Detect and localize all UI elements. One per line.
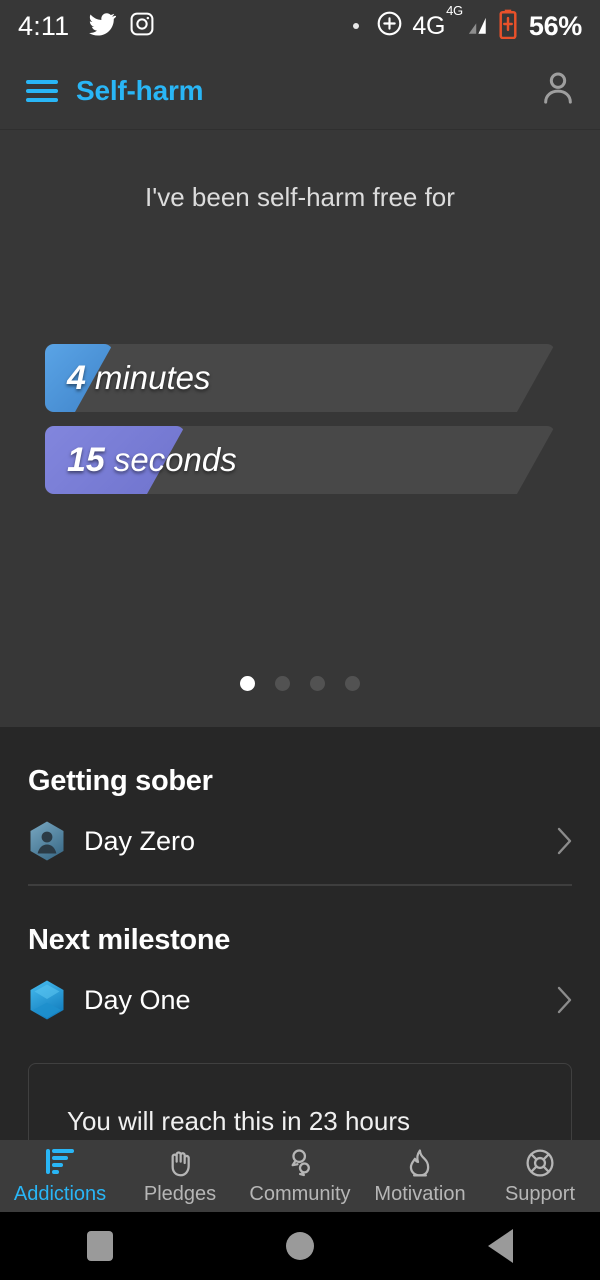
list-item-day-one[interactable]: Day One xyxy=(0,957,600,1043)
counter-bar-label: 15 seconds xyxy=(67,426,237,494)
counter-bars: 4 minutes 15 seconds xyxy=(0,338,600,502)
pager-dot[interactable] xyxy=(275,676,290,691)
nav-tab-motivation[interactable]: Motivation xyxy=(360,1146,480,1206)
list-item-label: Day One xyxy=(84,984,191,1015)
counter-bar-unit: minutes xyxy=(94,359,211,396)
account-person-icon[interactable] xyxy=(538,68,578,113)
counter-bar-value: 4 xyxy=(67,358,86,397)
triangle-left-icon[interactable] xyxy=(488,1229,514,1263)
hamburger-menu-icon[interactable] xyxy=(26,79,58,102)
status-bar-system-icons: 4G4G 56% xyxy=(353,3,582,44)
hero-caption: I've been self-harm free for xyxy=(145,182,455,212)
circle-plus-icon xyxy=(376,10,403,42)
nav-tab-label: Support xyxy=(504,1183,576,1205)
hexagon-person-badge-icon xyxy=(28,820,66,862)
nav-tab-community[interactable]: Community xyxy=(240,1146,360,1206)
counter-bar-value: 15 xyxy=(67,440,105,479)
nav-tab-addictions[interactable]: Addictions xyxy=(0,1146,120,1206)
pager-dots xyxy=(0,676,600,691)
android-system-nav xyxy=(0,1212,600,1280)
nav-tab-label: Addictions xyxy=(13,1183,107,1205)
nav-tab-pledges[interactable]: Pledges xyxy=(120,1146,240,1206)
chevron-right-icon[interactable] xyxy=(556,985,574,1015)
counter-bar-seconds: 15 seconds xyxy=(0,420,600,500)
square-icon[interactable] xyxy=(86,1231,113,1261)
phone-screen: 4:11 4G4G 56% Self-harm I've been self-h… xyxy=(0,0,600,1280)
lifebuoy-icon xyxy=(523,1146,557,1180)
chevron-right-icon[interactable] xyxy=(556,826,574,856)
nav-tab-label: Motivation xyxy=(374,1183,466,1205)
circle-icon[interactable] xyxy=(286,1232,315,1260)
speech-bubbles-icon xyxy=(283,1146,317,1180)
list-item-day-zero[interactable]: Day Zero xyxy=(0,798,600,884)
signal-icon xyxy=(463,11,489,42)
section-title-getting-sober: Getting sober xyxy=(28,765,213,797)
counter-bar-minutes: 4 minutes xyxy=(0,338,600,418)
status-bar-clock: 4:11 xyxy=(18,10,70,41)
pager-dot[interactable] xyxy=(310,676,325,691)
content-area: Getting sober Day Zero Next milestone Da… xyxy=(0,727,600,1183)
hero-counter-panel: I've been self-harm free for 4 minutes 1… xyxy=(0,130,600,727)
page-title: Self-harm xyxy=(76,74,204,106)
bottom-navigation-bar: Addictions Pledges Community Motivation … xyxy=(0,1140,600,1212)
battery-percent-label: 56% xyxy=(528,10,582,41)
counter-bar-unit: seconds xyxy=(113,441,237,478)
nav-tab-label: Community xyxy=(249,1183,351,1205)
section-title-next-milestone: Next milestone xyxy=(28,924,231,956)
raised-hand-icon xyxy=(163,1146,197,1180)
hexagon-badge-icon xyxy=(28,979,66,1021)
pager-dot[interactable] xyxy=(240,676,255,691)
instagram-icon xyxy=(129,11,155,42)
milestone-info-text: You will reach this in 23 hours xyxy=(67,1106,411,1136)
network-type-label: 4G4G xyxy=(412,3,463,40)
twitter-icon xyxy=(88,10,117,43)
nav-tab-label: Pledges xyxy=(143,1183,217,1205)
battery-charging-icon xyxy=(498,9,518,44)
flame-icon xyxy=(403,1146,437,1180)
app-bar: Self-harm xyxy=(0,52,600,130)
status-bar: 4:11 4G4G 56% xyxy=(0,0,600,52)
nav-tab-support[interactable]: Support xyxy=(480,1146,600,1206)
bar-chart-icon xyxy=(43,1146,77,1180)
status-separator-dot xyxy=(353,23,360,29)
list-item-label: Day Zero xyxy=(84,825,196,856)
status-bar-notification-icons xyxy=(88,10,155,43)
pager-dot[interactable] xyxy=(345,676,360,691)
counter-bar-label: 4 minutes xyxy=(67,344,210,412)
network-sup-label: 4G xyxy=(446,3,463,19)
